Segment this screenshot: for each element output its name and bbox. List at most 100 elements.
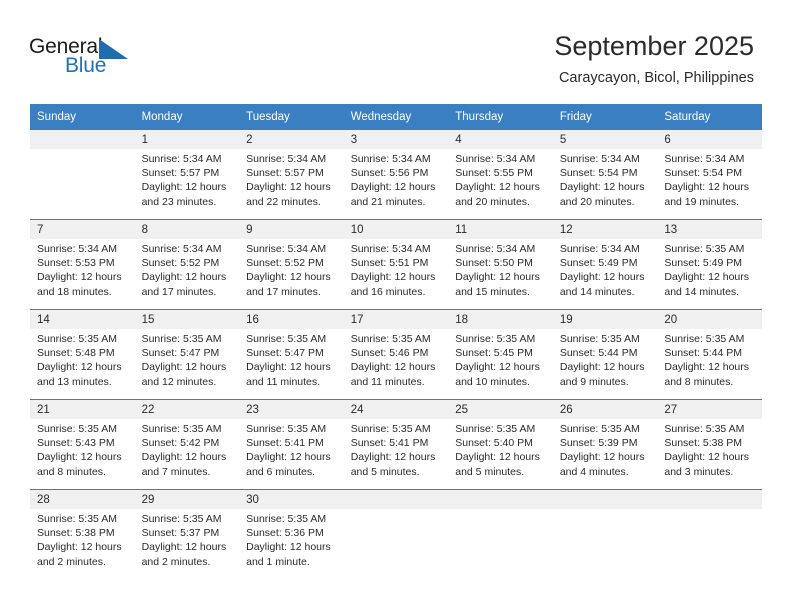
calendar-day-cell[interactable]: 3 Sunrise: 5:34 AM Sunset: 5:56 PM Daylight… <box>343 130 449 220</box>
sunrise-text: Sunrise: 5:35 AM <box>141 333 222 345</box>
calendar-day-cell[interactable]: 11 Sunrise: 5:34 AM Sunset: 5:50 PM Dayligh… <box>448 219 553 310</box>
day-number <box>448 490 553 509</box>
sunrise-text: Sunrise: 5:35 AM <box>664 333 745 345</box>
day-number: 14 <box>30 310 135 329</box>
day-details: Sunrise: 5:35 AM Sunset: 5:36 PM Daylight:… <box>239 509 344 569</box>
day-number: 9 <box>239 220 344 239</box>
calendar-day-cell[interactable]: 22 Sunrise: 5:35 AM Sunset: 5:42 PM Dayligh… <box>134 399 240 490</box>
day-number: 19 <box>552 310 658 329</box>
day-number: 16 <box>239 310 344 329</box>
weekday-header-sunday: Sunday <box>30 104 135 130</box>
calendar-day-cell[interactable]: 20 Sunrise: 5:35 AM Sunset: 5:44 PM Dayligh… <box>657 309 762 400</box>
calendar-day-cell[interactable]: 7 Sunrise: 5:34 AM Sunset: 5:53 PM Daylight… <box>30 219 135 310</box>
day-details: Sunrise: 5:35 AM Sunset: 5:41 PM Daylight:… <box>239 419 344 479</box>
calendar-day-cell[interactable]: 12 Sunrise: 5:34 AM Sunset: 5:49 PM Dayligh… <box>552 219 658 310</box>
day-cell-inner <box>448 490 553 579</box>
daylight-text: Daylight: 12 hours and 14 minutes. <box>664 271 750 298</box>
sunset-text: Sunset: 5:52 PM <box>246 257 324 270</box>
day-number: 7 <box>30 220 135 239</box>
calendar-day-cell[interactable]: 24 Sunrise: 5:35 AM Sunset: 5:41 PM Dayligh… <box>343 399 449 490</box>
sunset-text: Sunset: 5:47 PM <box>141 347 220 360</box>
calendar-day-cell[interactable]: 15 Sunrise: 5:35 AM Sunset: 5:47 PM Dayligh… <box>134 309 240 400</box>
sunrise-text: Sunrise: 5:34 AM <box>141 243 222 255</box>
logo-text-blue: Blue <box>65 54 107 77</box>
day-number: 26 <box>552 400 658 419</box>
day-cell-inner: 6 Sunrise: 5:34 AM Sunset: 5:54 PM Daylight… <box>657 130 762 219</box>
calendar-day-cell[interactable]: 8 Sunrise: 5:34 AM Sunset: 5:52 PM Daylight… <box>134 219 240 310</box>
sunrise-text: Sunrise: 5:35 AM <box>37 423 117 435</box>
daylight-text: Daylight: 12 hours and 6 minutes. <box>246 451 331 478</box>
day-details: Sunrise: 5:34 AM Sunset: 5:55 PM Daylight:… <box>448 149 553 209</box>
calendar-day-cell[interactable]: 23 Sunrise: 5:35 AM Sunset: 5:41 PM Dayligh… <box>239 399 344 490</box>
sunrise-text: Sunrise: 5:34 AM <box>664 153 745 165</box>
day-number <box>657 490 762 509</box>
day-cell-inner: 8 Sunrise: 5:34 AM Sunset: 5:52 PM Daylight… <box>134 220 240 309</box>
daylight-text: Daylight: 12 hours and 18 minutes. <box>37 271 122 298</box>
sunrise-text: Sunrise: 5:34 AM <box>559 153 640 165</box>
calendar-day-cell-empty <box>343 489 449 579</box>
day-cell-inner: 14 Sunrise: 5:35 AM Sunset: 5:48 PM Dayligh… <box>30 310 135 399</box>
calendar-day-cell[interactable]: 6 Sunrise: 5:34 AM Sunset: 5:54 PM Daylight… <box>657 130 762 220</box>
day-number: 27 <box>657 400 762 419</box>
daylight-text: Daylight: 12 hours and 8 minutes. <box>37 451 122 478</box>
day-details: Sunrise: 5:35 AM Sunset: 5:47 PM Daylight:… <box>135 329 240 389</box>
calendar-day-cell[interactable]: 28 Sunrise: 5:35 AM Sunset: 5:38 PM Dayligh… <box>30 489 135 579</box>
calendar-day-cell-empty <box>30 130 135 220</box>
daylight-text: Daylight: 12 hours and 19 minutes. <box>664 181 750 208</box>
calendar-day-cell[interactable]: 2 Sunrise: 5:34 AM Sunset: 5:57 PM Daylight… <box>239 130 344 220</box>
sunrise-text: Sunrise: 5:34 AM <box>141 153 222 165</box>
calendar-day-cell[interactable]: 16 Sunrise: 5:35 AM Sunset: 5:47 PM Dayligh… <box>239 309 344 400</box>
daylight-text: Daylight: 12 hours and 5 minutes. <box>350 451 436 478</box>
calendar-day-cell[interactable]: 1 Sunrise: 5:34 AM Sunset: 5:57 PM Daylight… <box>134 130 240 220</box>
calendar-day-cell[interactable]: 25 Sunrise: 5:35 AM Sunset: 5:40 PM Dayligh… <box>448 399 553 490</box>
weekday-header-saturday: Saturday <box>657 104 762 130</box>
day-cell-inner: 11 Sunrise: 5:34 AM Sunset: 5:50 PM Dayligh… <box>448 220 553 309</box>
calendar-day-cell[interactable]: 26 Sunrise: 5:35 AM Sunset: 5:39 PM Dayligh… <box>552 399 658 490</box>
day-number: 29 <box>134 490 240 509</box>
calendar-day-cell[interactable]: 10 Sunrise: 5:34 AM Sunset: 5:51 PM Dayligh… <box>343 219 449 310</box>
daylight-text: Daylight: 12 hours and 21 minutes. <box>350 181 436 208</box>
sunrise-text: Sunrise: 5:35 AM <box>141 423 222 435</box>
calendar-day-cell[interactable]: 17 Sunrise: 5:35 AM Sunset: 5:46 PM Dayligh… <box>343 309 449 400</box>
calendar-day-cell[interactable]: 18 Sunrise: 5:35 AM Sunset: 5:45 PM Dayligh… <box>448 309 553 400</box>
calendar-day-cell[interactable]: 19 Sunrise: 5:35 AM Sunset: 5:44 PM Dayligh… <box>552 309 658 400</box>
day-details: Sunrise: 5:35 AM Sunset: 5:49 PM Daylight:… <box>657 239 762 299</box>
sunset-text: Sunset: 5:55 PM <box>455 167 533 180</box>
sunset-text: Sunset: 5:54 PM <box>664 167 743 180</box>
calendar-day-cell[interactable]: 5 Sunrise: 5:34 AM Sunset: 5:54 PM Daylight… <box>552 130 658 220</box>
day-cell-inner: 23 Sunrise: 5:35 AM Sunset: 5:41 PM Dayligh… <box>239 400 344 489</box>
day-cell-inner: 30 Sunrise: 5:35 AM Sunset: 5:36 PM Dayligh… <box>239 490 344 579</box>
sunrise-text: Sunrise: 5:35 AM <box>664 423 745 435</box>
day-cell-inner: 18 Sunrise: 5:35 AM Sunset: 5:45 PM Dayligh… <box>448 310 553 399</box>
generalblue-logo[interactable]: General Blue <box>29 36 159 80</box>
day-number: 24 <box>343 400 449 419</box>
day-number: 22 <box>134 400 240 419</box>
sunset-text: Sunset: 5:38 PM <box>664 437 743 450</box>
calendar-day-cell[interactable]: 13 Sunrise: 5:35 AM Sunset: 5:49 PM Dayligh… <box>657 219 762 310</box>
day-number: 18 <box>448 310 553 329</box>
calendar-day-cell[interactable]: 9 Sunrise: 5:34 AM Sunset: 5:52 PM Daylight… <box>239 219 344 310</box>
daylight-text: Daylight: 12 hours and 17 minutes. <box>246 271 331 298</box>
day-number: 12 <box>552 220 658 239</box>
day-details: Sunrise: 5:34 AM Sunset: 5:56 PM Daylight:… <box>344 149 449 209</box>
calendar-day-cell[interactable]: 21 Sunrise: 5:35 AM Sunset: 5:43 PM Dayligh… <box>30 399 135 490</box>
day-details: Sunrise: 5:34 AM Sunset: 5:53 PM Daylight:… <box>30 239 135 299</box>
calendar-day-cell[interactable]: 29 Sunrise: 5:35 AM Sunset: 5:37 PM Dayligh… <box>134 489 240 579</box>
sunset-text: Sunset: 5:46 PM <box>350 347 429 360</box>
day-cell-inner: 7 Sunrise: 5:34 AM Sunset: 5:53 PM Daylight… <box>30 220 135 309</box>
sunrise-text: Sunrise: 5:35 AM <box>664 243 745 255</box>
calendar-day-cell[interactable]: 14 Sunrise: 5:35 AM Sunset: 5:48 PM Dayligh… <box>30 309 135 400</box>
daylight-text: Daylight: 12 hours and 8 minutes. <box>664 361 750 388</box>
calendar-day-cell[interactable]: 4 Sunrise: 5:34 AM Sunset: 5:55 PM Daylight… <box>448 130 553 220</box>
day-details: Sunrise: 5:34 AM Sunset: 5:54 PM Daylight:… <box>553 149 658 209</box>
day-cell-inner: 26 Sunrise: 5:35 AM Sunset: 5:39 PM Dayligh… <box>552 400 658 489</box>
sunrise-text: Sunrise: 5:34 AM <box>37 243 117 255</box>
calendar-header-row: Sunday Monday Tuesday Wednesday Thursday Frid… <box>30 104 762 130</box>
day-cell-inner: 19 Sunrise: 5:35 AM Sunset: 5:44 PM Dayligh… <box>552 310 658 399</box>
sunrise-text: Sunrise: 5:34 AM <box>350 153 431 165</box>
daylight-text: Daylight: 12 hours and 20 minutes. <box>455 181 540 208</box>
sunrise-text: Sunrise: 5:34 AM <box>455 243 536 255</box>
calendar-day-cell[interactable]: 27 Sunrise: 5:35 AM Sunset: 5:38 PM Dayligh… <box>657 399 762 490</box>
calendar-day-cell-empty <box>448 489 553 579</box>
calendar-day-cell[interactable]: 30 Sunrise: 5:35 AM Sunset: 5:36 PM Dayligh… <box>239 489 344 579</box>
